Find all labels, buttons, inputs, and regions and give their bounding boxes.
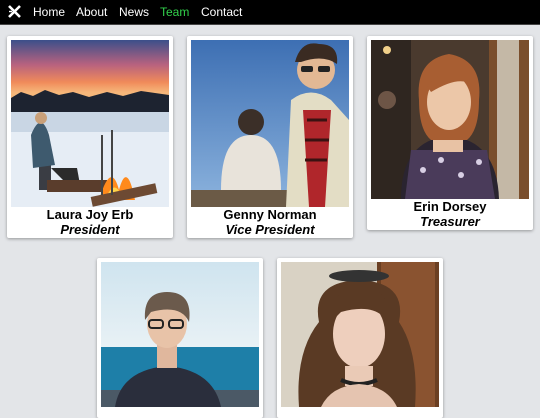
member-photo <box>371 40 529 199</box>
member-photo <box>101 262 259 407</box>
member-photo <box>191 40 349 207</box>
member-name: Genny Norman <box>223 207 317 222</box>
member-name: Erin Dorsey <box>413 199 487 214</box>
member-role: Vice President <box>225 222 315 237</box>
team-card <box>277 258 443 418</box>
member-photo <box>11 40 169 207</box>
member-name: Laura Joy Erb <box>46 207 134 222</box>
team-card: Laura Joy Erb President <box>7 36 173 238</box>
team-card <box>97 258 263 418</box>
team-card: Erin Dorsey Treasurer <box>367 36 533 230</box>
member-role: President <box>60 222 120 237</box>
team-card: Genny Norman Vice President <box>187 36 353 238</box>
x-logo-icon[interactable] <box>8 5 21 18</box>
member-role: Treasurer <box>420 214 480 229</box>
nav-link-home[interactable]: Home <box>33 5 65 19</box>
nav-link-contact[interactable]: Contact <box>201 5 242 19</box>
nav-link-news[interactable]: News <box>119 5 149 19</box>
nav-link-team[interactable]: Team <box>160 5 189 19</box>
nav-link-about[interactable]: About <box>76 5 107 19</box>
member-photo <box>281 262 439 407</box>
top-navbar: Home About News Team Contact <box>0 0 540 25</box>
